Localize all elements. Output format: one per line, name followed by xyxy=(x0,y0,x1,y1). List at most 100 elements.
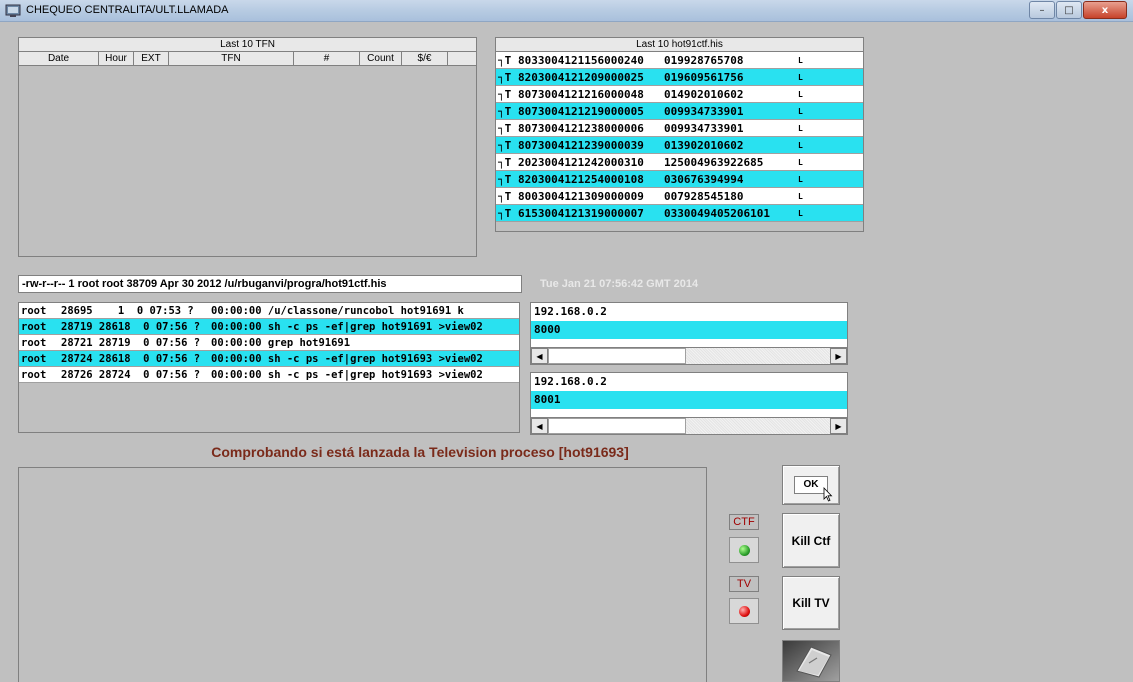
process-user: root xyxy=(21,352,47,365)
his-row[interactable]: ┐T 8073004121239000039 013902010602 L xyxy=(496,137,863,154)
process-pids: 28719 28618 0 07:56 ? xyxy=(61,320,201,333)
connection-2-scrollbar[interactable]: ◀ ▶ xyxy=(531,417,847,434)
process-command: 00:00:00 grep hot91691 xyxy=(211,336,351,349)
scroll-track[interactable] xyxy=(686,348,830,364)
his-row[interactable]: ┐T 2023004121242000310 125004963922685 L xyxy=(496,154,863,171)
his-row-id: 8073004121239000039 xyxy=(518,138,644,152)
his-row-number: 0330049405206101 xyxy=(664,206,770,220)
exit-key-button[interactable] xyxy=(782,640,840,682)
scroll-right-icon[interactable]: ▶ xyxy=(830,348,847,364)
his-row[interactable]: ┐T 8033004121156000240 019928765708 L xyxy=(496,52,863,69)
kill-tv-button[interactable]: Kill TV xyxy=(782,576,840,630)
process-user: root xyxy=(21,320,47,333)
scroll-left-icon[interactable]: ◀ xyxy=(531,348,548,364)
close-button[interactable]: x xyxy=(1083,1,1127,19)
window-title: CHEQUEO CENTRALITA/ULT.LLAMADA xyxy=(26,4,229,16)
connection-1-box[interactable]: 192.168.0.2 8000 ◀ ▶ xyxy=(530,302,848,365)
maximize-button[interactable]: □ xyxy=(1056,1,1082,19)
file-info-field: -rw-r--r-- 1 root root 38709 Apr 30 2012… xyxy=(18,275,522,293)
ok-button[interactable]: OK xyxy=(782,465,840,505)
his-row-prefix: ┐T xyxy=(498,172,512,186)
his-row-id: 8073004121238000006 xyxy=(518,121,644,135)
scroll-thumb[interactable] xyxy=(548,418,686,434)
tv-status-led-icon xyxy=(738,605,750,617)
scroll-right-icon[interactable]: ▶ xyxy=(830,418,847,434)
connection-2-box[interactable]: 192.168.0.2 8001 ◀ ▶ xyxy=(530,372,848,435)
column-header-hour[interactable]: Hour xyxy=(99,52,134,65)
process-list[interactable]: root 28695 1 0 07:53 ? 00:00:00 /u/classon… xyxy=(18,302,520,433)
column-header-ext[interactable]: EXT xyxy=(134,52,169,65)
his-row[interactable]: ┐T 6153004121319000007 0330049405206101 L xyxy=(496,205,863,222)
his-row[interactable]: ┐T 8073004121216000048 014902010602 L xyxy=(496,86,863,103)
his-row-prefix: ┐T xyxy=(498,155,512,169)
ctf-indicator xyxy=(729,537,759,563)
his-row-id: 8073004121219000005 xyxy=(518,104,644,118)
his-grid-title: Last 10 hot91ctf.his xyxy=(496,38,863,52)
his-row[interactable]: ┐T 8003004121309000009 007928545180 L xyxy=(496,188,863,205)
connection-1-gap xyxy=(531,339,847,347)
status-message: Comprobando si está lanzada la Televisio… xyxy=(211,444,629,460)
output-panel[interactable] xyxy=(18,467,707,682)
process-row[interactable]: root 28721 28719 0 07:56 ? 00:00:00 grep h… xyxy=(19,335,519,351)
his-grid[interactable]: Last 10 hot91ctf.his ┐T 80330041211560002… xyxy=(495,37,864,232)
exit-key-icon xyxy=(783,641,839,681)
title-bar: CHEQUEO CENTRALITA/ULT.LLAMADA – □ x xyxy=(0,0,1133,22)
process-user: root xyxy=(21,368,47,381)
tv-indicator-label: TV xyxy=(729,576,759,592)
his-row-id: 6153004121319000007 xyxy=(518,206,644,220)
process-row[interactable]: root 28726 28724 0 07:56 ? 00:00:00 sh -c … xyxy=(19,367,519,383)
his-row[interactable]: ┐T 8203004121254000108 030676394994 L xyxy=(496,171,863,188)
scroll-track[interactable] xyxy=(686,418,830,434)
ctf-indicator-label: CTF xyxy=(729,514,759,530)
scroll-left-icon[interactable]: ◀ xyxy=(531,418,548,434)
his-row-flag: L xyxy=(798,174,803,184)
process-command: 00:00:00 sh -c ps -ef|grep hot91691 >vie… xyxy=(211,320,483,333)
column-header-number[interactable]: # xyxy=(294,52,360,65)
his-row-number: 009934733901 xyxy=(664,104,744,118)
his-row-prefix: ┐T xyxy=(498,138,512,152)
tfn-grid-title: Last 10 TFN xyxy=(19,38,476,52)
minimize-icon: – xyxy=(1039,4,1045,16)
his-row-flag: L xyxy=(798,208,803,218)
his-row-number: 009934733901 xyxy=(664,121,744,135)
ctf-status-led-icon xyxy=(738,544,750,556)
his-row-id: 8073004121216000048 xyxy=(518,87,644,101)
scroll-thumb[interactable] xyxy=(548,348,686,364)
his-row-prefix: ┐T xyxy=(498,121,512,135)
his-row-flag: L xyxy=(798,191,803,201)
connection-1-ip: 192.168.0.2 xyxy=(531,303,847,321)
connection-1-scrollbar[interactable]: ◀ ▶ xyxy=(531,347,847,364)
his-row-id: 8033004121156000240 xyxy=(518,53,644,67)
his-row-number: 019928765708 xyxy=(664,53,744,67)
process-rows: root 28695 1 0 07:53 ? 00:00:00 /u/classon… xyxy=(19,303,519,383)
his-row-id: 2023004121242000310 xyxy=(518,155,644,169)
his-row-number: 125004963922685 xyxy=(664,155,764,169)
column-header-tfn[interactable]: TFN xyxy=(169,52,294,65)
process-row[interactable]: root 28724 28618 0 07:56 ? 00:00:00 sh -c … xyxy=(19,351,519,367)
his-row-number: 013902010602 xyxy=(664,138,744,152)
process-row[interactable]: root 28719 28618 0 07:56 ? 00:00:00 sh -c … xyxy=(19,319,519,335)
his-row[interactable]: ┐T 8073004121238000006 009934733901 L xyxy=(496,120,863,137)
his-row-id: 8203004121209000025 xyxy=(518,70,644,84)
process-pids: 28726 28724 0 07:56 ? xyxy=(61,368,201,381)
his-grid-rows: ┐T 8033004121156000240 019928765708 L ┐T 8203… xyxy=(496,52,863,222)
his-row-id: 8003004121309000009 xyxy=(518,189,644,203)
column-header-amount[interactable]: $/€ xyxy=(402,52,448,65)
tfn-grid-header: Date Hour EXT TFN # Count $/€ xyxy=(19,52,476,66)
process-row[interactable]: root 28695 1 0 07:53 ? 00:00:00 /u/classon… xyxy=(19,303,519,319)
cursor-icon xyxy=(823,487,833,502)
tfn-grid[interactable]: Last 10 TFN Date Hour EXT TFN # Count $/… xyxy=(18,37,477,257)
his-row[interactable]: ┐T 8203004121209000025 019609561756 L xyxy=(496,69,863,86)
maximize-icon: □ xyxy=(1064,4,1074,16)
his-row-prefix: ┐T xyxy=(498,87,512,101)
kill-ctf-button[interactable]: Kill Ctf xyxy=(782,513,840,568)
minimize-button[interactable]: – xyxy=(1029,1,1055,19)
his-row-number: 019609561756 xyxy=(664,70,744,84)
column-header-count[interactable]: Count xyxy=(360,52,402,65)
column-header-date[interactable]: Date xyxy=(19,52,99,65)
his-row[interactable]: ┐T 8073004121219000005 009934733901 L xyxy=(496,103,863,120)
process-pids: 28724 28618 0 07:56 ? xyxy=(61,352,201,365)
connection-2-ip: 192.168.0.2 xyxy=(531,373,847,391)
process-command: 00:00:00 /u/classone/runcobol hot91691 k xyxy=(211,304,464,317)
his-row-number: 030676394994 xyxy=(664,172,744,186)
